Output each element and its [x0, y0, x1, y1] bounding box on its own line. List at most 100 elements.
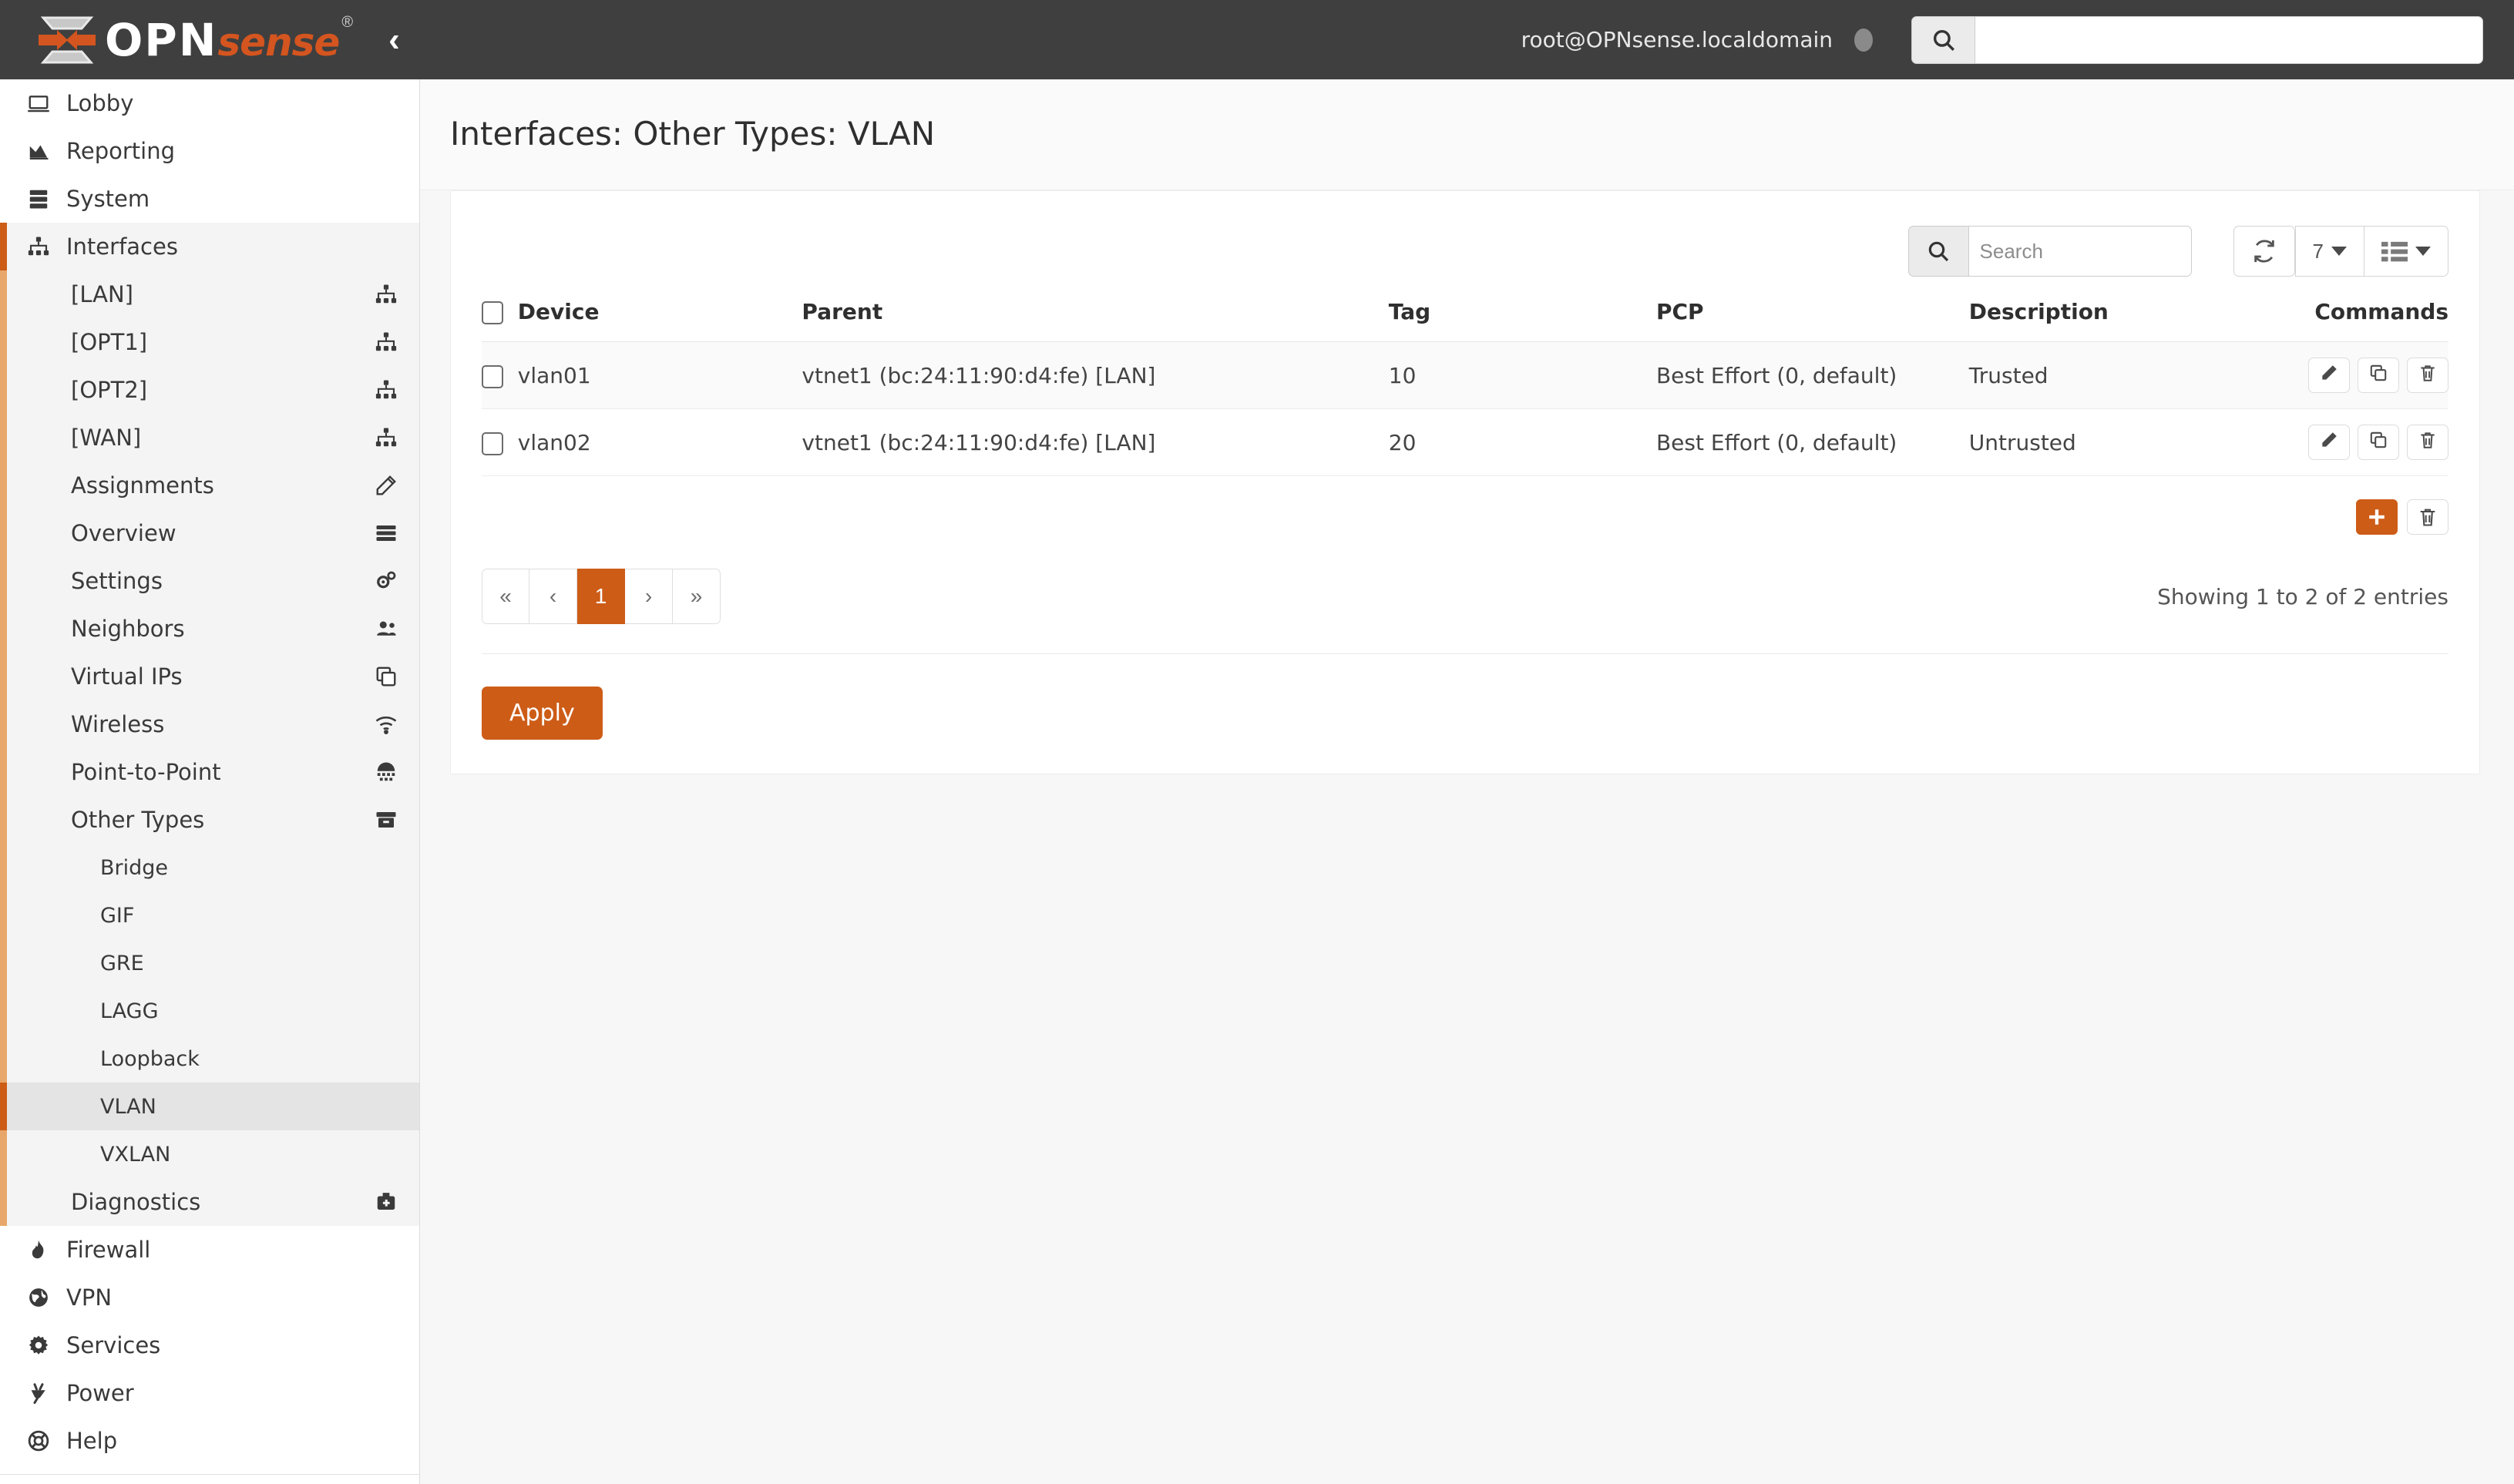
row-select-cell: [482, 408, 518, 476]
search-icon[interactable]: [1907, 226, 1968, 277]
sidebar-item-bridge[interactable]: Bridge: [0, 844, 419, 891]
pagination-prev[interactable]: ‹: [529, 569, 577, 624]
sidebar-item-neighbors[interactable]: Neighbors: [0, 605, 419, 653]
refresh-icon[interactable]: [2233, 226, 2295, 277]
sidebar-item-power[interactable]: Power: [0, 1369, 419, 1417]
global-search: [1911, 15, 2483, 64]
clone-button[interactable]: [2358, 358, 2399, 393]
sidebar-item-label: Loopback: [100, 1046, 200, 1071]
column-header-commands: Commands: [2308, 288, 2448, 342]
footer-divider: [482, 653, 2448, 654]
column-header-description[interactable]: Description: [1968, 288, 2308, 342]
delete-selected-button[interactable]: [2407, 499, 2448, 535]
sidebar-item-opt1[interactable]: [OPT1]: [0, 318, 419, 366]
column-header-device[interactable]: Device: [517, 288, 802, 342]
page-size-value: 7: [2312, 239, 2324, 263]
sidebar-item-lan[interactable]: [LAN]: [0, 270, 419, 318]
delete-button[interactable]: [2407, 358, 2448, 393]
vlan-card: 7: [450, 190, 2480, 774]
sidebar-item-point-to-point[interactable]: Point-to-Point: [0, 748, 419, 796]
row-checkbox[interactable]: [482, 431, 503, 455]
sidebar-item-other-types[interactable]: Other Types: [0, 796, 419, 844]
copy-icon: [375, 665, 398, 688]
table-row[interactable]: vlan02 vtnet1 (bc:24:11:90:d4:fe) [LAN] 20…: [482, 408, 2448, 476]
sidebar-item-wireless[interactable]: Wireless: [0, 700, 419, 748]
column-header-pcp[interactable]: PCP: [1655, 288, 1969, 342]
sidebar-item-wan[interactable]: [WAN]: [0, 414, 419, 462]
table-header-row: Device Parent Tag PCP Description Comman…: [482, 288, 2448, 342]
cell-device: vlan02: [517, 408, 802, 476]
select-all-header: [482, 288, 518, 342]
sidebar-item-label: Diagnostics: [71, 1189, 201, 1215]
fire-icon: [17, 1238, 60, 1261]
sidebar-item-opt2[interactable]: [OPT2]: [0, 366, 419, 414]
pencil-icon: [375, 474, 398, 497]
edit-button[interactable]: [2308, 425, 2350, 460]
cell-tag: 10: [1388, 341, 1656, 409]
table-body: vlan01 vtnet1 (bc:24:11:90:d4:fe) [LAN] 10…: [482, 341, 2448, 476]
select-all-checkbox[interactable]: [482, 301, 503, 324]
opnsense-logo-icon: [37, 15, 97, 65]
sidebar-item-lagg[interactable]: LAGG: [0, 987, 419, 1035]
sidebar-item-lobby[interactable]: Lobby: [0, 79, 419, 127]
edit-button[interactable]: [2308, 358, 2350, 393]
column-header-parent[interactable]: Parent: [802, 288, 1389, 342]
clone-button[interactable]: [2358, 425, 2399, 460]
sidebar-item-vpn[interactable]: VPN: [0, 1274, 419, 1321]
sitemap-icon: [375, 378, 398, 401]
global-search-input[interactable]: [1975, 15, 2483, 64]
sidebar-item-vlan[interactable]: VLAN: [0, 1083, 419, 1130]
sidebar-item-label: Virtual IPs: [71, 663, 183, 690]
content-area: 7: [420, 190, 2514, 1484]
pagination-last[interactable]: »: [673, 569, 721, 624]
apply-button[interactable]: Apply: [482, 687, 603, 740]
pagination-first[interactable]: «: [482, 569, 529, 624]
server-icon: [17, 187, 60, 210]
vlan-table: Device Parent Tag PCP Description Comman…: [482, 288, 2448, 476]
sidebar-item-services[interactable]: Services: [0, 1321, 419, 1369]
sidebar-item-label: Assignments: [71, 472, 214, 499]
edit-icon: [2319, 430, 2339, 455]
sidebar-item-loopback[interactable]: Loopback: [0, 1035, 419, 1083]
search-input[interactable]: [1968, 226, 2192, 277]
cell-pcp: Best Effort (0, default): [1655, 341, 1969, 409]
sidebar-item-virtual-ips[interactable]: Virtual IPs: [0, 653, 419, 700]
pagination: «‹ 1 ›»: [482, 569, 721, 624]
brand-logo[interactable]: OPN sense ®: [37, 14, 353, 66]
sidebar-item-diagnostics[interactable]: Diagnostics: [0, 1178, 419, 1226]
delete-button[interactable]: [2407, 425, 2448, 460]
logo-registered-mark: ®: [341, 13, 354, 31]
add-vlan-button[interactable]: [2356, 499, 2398, 535]
row-checkbox[interactable]: [482, 364, 503, 388]
sidebar-item-settings[interactable]: Settings: [0, 557, 419, 605]
medkit-icon: [375, 1190, 398, 1214]
keypad-icon: [375, 760, 398, 784]
table-action-row: [482, 499, 2448, 535]
sidebar-item-help[interactable]: Help: [0, 1417, 419, 1465]
sidebar-item-gif[interactable]: GIF: [0, 891, 419, 939]
column-header-tag[interactable]: Tag: [1388, 288, 1656, 342]
sidebar-item-reporting[interactable]: Reporting: [0, 127, 419, 175]
pagination-page-1[interactable]: 1: [577, 569, 625, 624]
sidebar-item-overview[interactable]: Overview: [0, 509, 419, 557]
sidebar-item-vxlan[interactable]: VXLAN: [0, 1130, 419, 1178]
sidebar-item-gre[interactable]: GRE: [0, 939, 419, 987]
sidebar-item-label: GIF: [100, 903, 135, 928]
table-row[interactable]: vlan01 vtnet1 (bc:24:11:90:d4:fe) [LAN] 10…: [482, 341, 2448, 409]
chevron-left-icon[interactable]: ‹: [388, 22, 400, 57]
chevron-down-icon: [2415, 247, 2431, 256]
sidebar-item-system[interactable]: System: [0, 175, 419, 223]
sidebar-divider: [0, 1474, 419, 1475]
pagination-next[interactable]: ›: [625, 569, 673, 624]
sidebar-item-assignments[interactable]: Assignments: [0, 462, 419, 509]
clone-icon: [2368, 430, 2388, 455]
sidebar-item-interfaces[interactable]: Interfaces: [0, 223, 419, 270]
top-bar: OPN sense ® ‹ root@OPNsense.localdomain: [0, 0, 2514, 79]
sidebar-item-firewall[interactable]: Firewall: [0, 1226, 419, 1274]
sidebar-item-label: Neighbors: [71, 616, 185, 642]
cell-tag: 20: [1388, 408, 1656, 476]
page-size-selector[interactable]: 7: [2294, 226, 2364, 277]
search-icon[interactable]: [1911, 15, 1975, 64]
column-selector[interactable]: [2364, 226, 2448, 277]
top-bar-right: root@OPNsense.localdomain: [1521, 15, 2483, 64]
